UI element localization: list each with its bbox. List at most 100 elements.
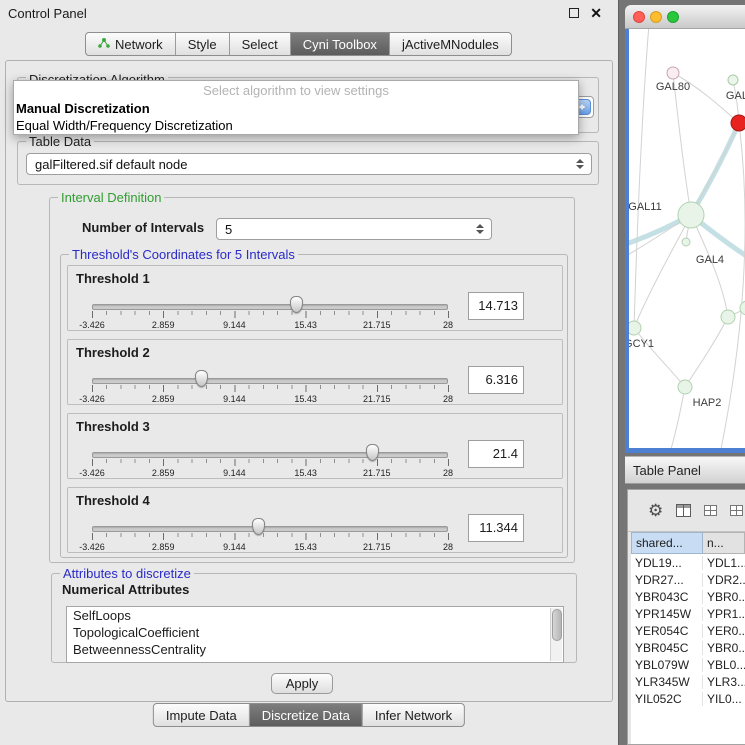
table-cell[interactable]: YPR1... xyxy=(703,607,745,621)
table-row[interactable]: YBR043CYBR0... xyxy=(631,588,745,605)
threshold-value-field[interactable]: 21.4 xyxy=(468,440,524,468)
network-canvas[interactable]: GAL80GAL8GAL11GAL4GCY1HAP2 xyxy=(629,29,745,448)
slider-track[interactable] xyxy=(92,304,448,310)
threshold-value-field[interactable]: 6.316 xyxy=(468,366,524,394)
network-node[interactable] xyxy=(682,238,690,246)
table-panel-header[interactable]: Table Panel xyxy=(625,456,745,484)
table-cell[interactable]: YDL1... xyxy=(703,556,745,570)
table-body[interactable]: YDL19...YDL1...YDR27...YDR2...YBR043CYBR… xyxy=(631,554,745,744)
network-edge[interactable] xyxy=(673,73,691,215)
tick-label: 15.43 xyxy=(294,468,317,478)
table-row[interactable]: YER054CYER0... xyxy=(631,622,745,639)
tab-impute-data[interactable]: Impute Data xyxy=(154,704,250,726)
table-cell[interactable]: YIL0... xyxy=(703,692,745,706)
network-window-titlebar[interactable] xyxy=(625,5,745,29)
attribute-item[interactable]: BetweennessCentrality xyxy=(67,641,563,658)
table-cell[interactable]: YBR043C xyxy=(631,590,703,604)
network-edge[interactable] xyxy=(634,29,649,328)
network-node[interactable] xyxy=(667,67,679,79)
slider-track[interactable] xyxy=(92,526,448,532)
combo-updown-icon[interactable] xyxy=(576,159,584,169)
table-cell[interactable]: YLR345W xyxy=(631,675,703,689)
number-of-intervals-value: 5 xyxy=(225,222,232,237)
network-node-selected[interactable] xyxy=(731,115,745,131)
table-cell[interactable]: YER054C xyxy=(631,624,703,638)
table-row[interactable]: YBR045CYBR0... xyxy=(631,639,745,656)
tab-infer-network[interactable]: Infer Network xyxy=(363,704,464,726)
table-cell[interactable]: YDL19... xyxy=(631,556,703,570)
apply-button[interactable]: Apply xyxy=(271,673,333,694)
threshold-slider[interactable]: -3.426 2.859 9.144 15.43 21.715 28 xyxy=(92,444,448,478)
tick-label: 2.859 xyxy=(152,320,175,330)
network-edge[interactable] xyxy=(721,123,745,448)
threshold-slider[interactable]: -3.426 2.859 9.144 15.43 21.715 28 xyxy=(92,518,448,552)
threshold-slider[interactable]: -3.426 2.859 9.144 15.43 21.715 28 xyxy=(92,296,448,330)
list-scrollbar[interactable] xyxy=(550,608,562,661)
network-edge[interactable] xyxy=(671,387,685,448)
table-cell[interactable]: YBR0... xyxy=(703,590,745,604)
table-row[interactable]: YDL19...YDL1... xyxy=(631,554,745,571)
threshold-label: Threshold 1 xyxy=(76,271,150,286)
table-options-gear-icon[interactable]: ⚙ xyxy=(648,502,663,519)
tab-cyni-toolbox[interactable]: Cyni Toolbox xyxy=(291,33,390,55)
numerical-attributes-list[interactable]: SelfLoopsTopologicalCoefficientBetweenne… xyxy=(66,606,564,663)
network-node[interactable] xyxy=(629,321,641,335)
float-window-icon[interactable] xyxy=(569,8,579,18)
select-columns-icon[interactable] xyxy=(730,505,743,516)
table-cell[interactable]: YPR145W xyxy=(631,607,703,621)
table-row[interactable]: YLR345WYLR3... xyxy=(631,673,745,690)
network-node[interactable] xyxy=(721,310,735,324)
table-toolbar: ⚙ xyxy=(628,490,745,532)
threshold-label: Threshold 3 xyxy=(76,419,150,434)
tab-discretize-data[interactable]: Discretize Data xyxy=(250,704,363,726)
table-cell[interactable]: YIL052C xyxy=(631,692,703,706)
slider-ticks xyxy=(92,459,449,466)
column-header-name[interactable]: n... xyxy=(703,532,745,554)
threshold-value-field[interactable]: 14.713 xyxy=(468,292,524,320)
tab-style[interactable]: Style xyxy=(176,33,230,55)
table-row[interactable]: YBL079WYBL0... xyxy=(631,656,745,673)
threshold-value-field[interactable]: 11.344 xyxy=(468,514,524,542)
table-cell[interactable]: YBR0... xyxy=(703,641,745,655)
attribute-item[interactable]: TopologicalCoefficient xyxy=(67,624,563,641)
column-layout-icon[interactable] xyxy=(676,504,691,517)
table-cell[interactable]: YER0... xyxy=(703,624,745,638)
table-cell[interactable]: YBL079W xyxy=(631,658,703,672)
table-data-combo[interactable]: galFiltered.sif default node xyxy=(26,153,592,175)
table-cell[interactable]: YLR3... xyxy=(703,675,745,689)
dropdown-item-manual-discretization[interactable]: Manual Discretization xyxy=(14,100,578,117)
tab-select[interactable]: Select xyxy=(230,33,291,55)
table-row[interactable]: YPR145WYPR1... xyxy=(631,605,745,622)
table-row[interactable]: YDR27...YDR2... xyxy=(631,571,745,588)
network-canvas-svg: GAL80GAL8GAL11GAL4GCY1HAP2 xyxy=(629,29,745,448)
attributes-group-title: Attributes to discretize xyxy=(60,566,194,581)
table-cell[interactable]: YBL0... xyxy=(703,658,745,672)
minimize-traffic-light[interactable] xyxy=(650,11,662,23)
table-cell[interactable]: YBR045C xyxy=(631,641,703,655)
network-node[interactable] xyxy=(678,380,692,394)
tick-label: 21.715 xyxy=(363,394,391,404)
tab-jactivemnodules[interactable]: jActiveMNodules xyxy=(390,33,511,55)
close-icon[interactable]: ✕ xyxy=(590,6,602,20)
close-traffic-light[interactable] xyxy=(633,11,645,23)
network-edge[interactable] xyxy=(685,317,728,387)
network-node[interactable] xyxy=(728,75,738,85)
column-header-shared-name[interactable]: shared... xyxy=(631,532,703,554)
scrollbar-thumb[interactable] xyxy=(552,609,562,641)
attribute-item[interactable]: SelfLoops xyxy=(67,607,563,624)
network-node[interactable] xyxy=(678,202,704,228)
network-node-label: GAL4 xyxy=(696,254,724,266)
number-of-intervals-combo[interactable]: 5 xyxy=(216,218,492,240)
table-cell[interactable]: YDR27... xyxy=(631,573,703,587)
zoom-traffic-light[interactable] xyxy=(667,11,679,23)
table-row[interactable]: YIL052CYIL0... xyxy=(631,690,745,707)
tab-network[interactable]: Network xyxy=(86,33,176,55)
slider-track[interactable] xyxy=(92,378,448,384)
table-cell[interactable]: YDR2... xyxy=(703,573,745,587)
combo-updown-icon[interactable] xyxy=(476,224,484,234)
dropdown-item-equal-width-frequency[interactable]: Equal Width/Frequency Discretization xyxy=(14,117,578,134)
slider-track[interactable] xyxy=(92,452,448,458)
threshold-slider[interactable]: -3.426 2.859 9.144 15.43 21.715 28 xyxy=(92,370,448,404)
show-columns-icon[interactable] xyxy=(704,505,717,516)
network-edge[interactable] xyxy=(634,328,685,387)
